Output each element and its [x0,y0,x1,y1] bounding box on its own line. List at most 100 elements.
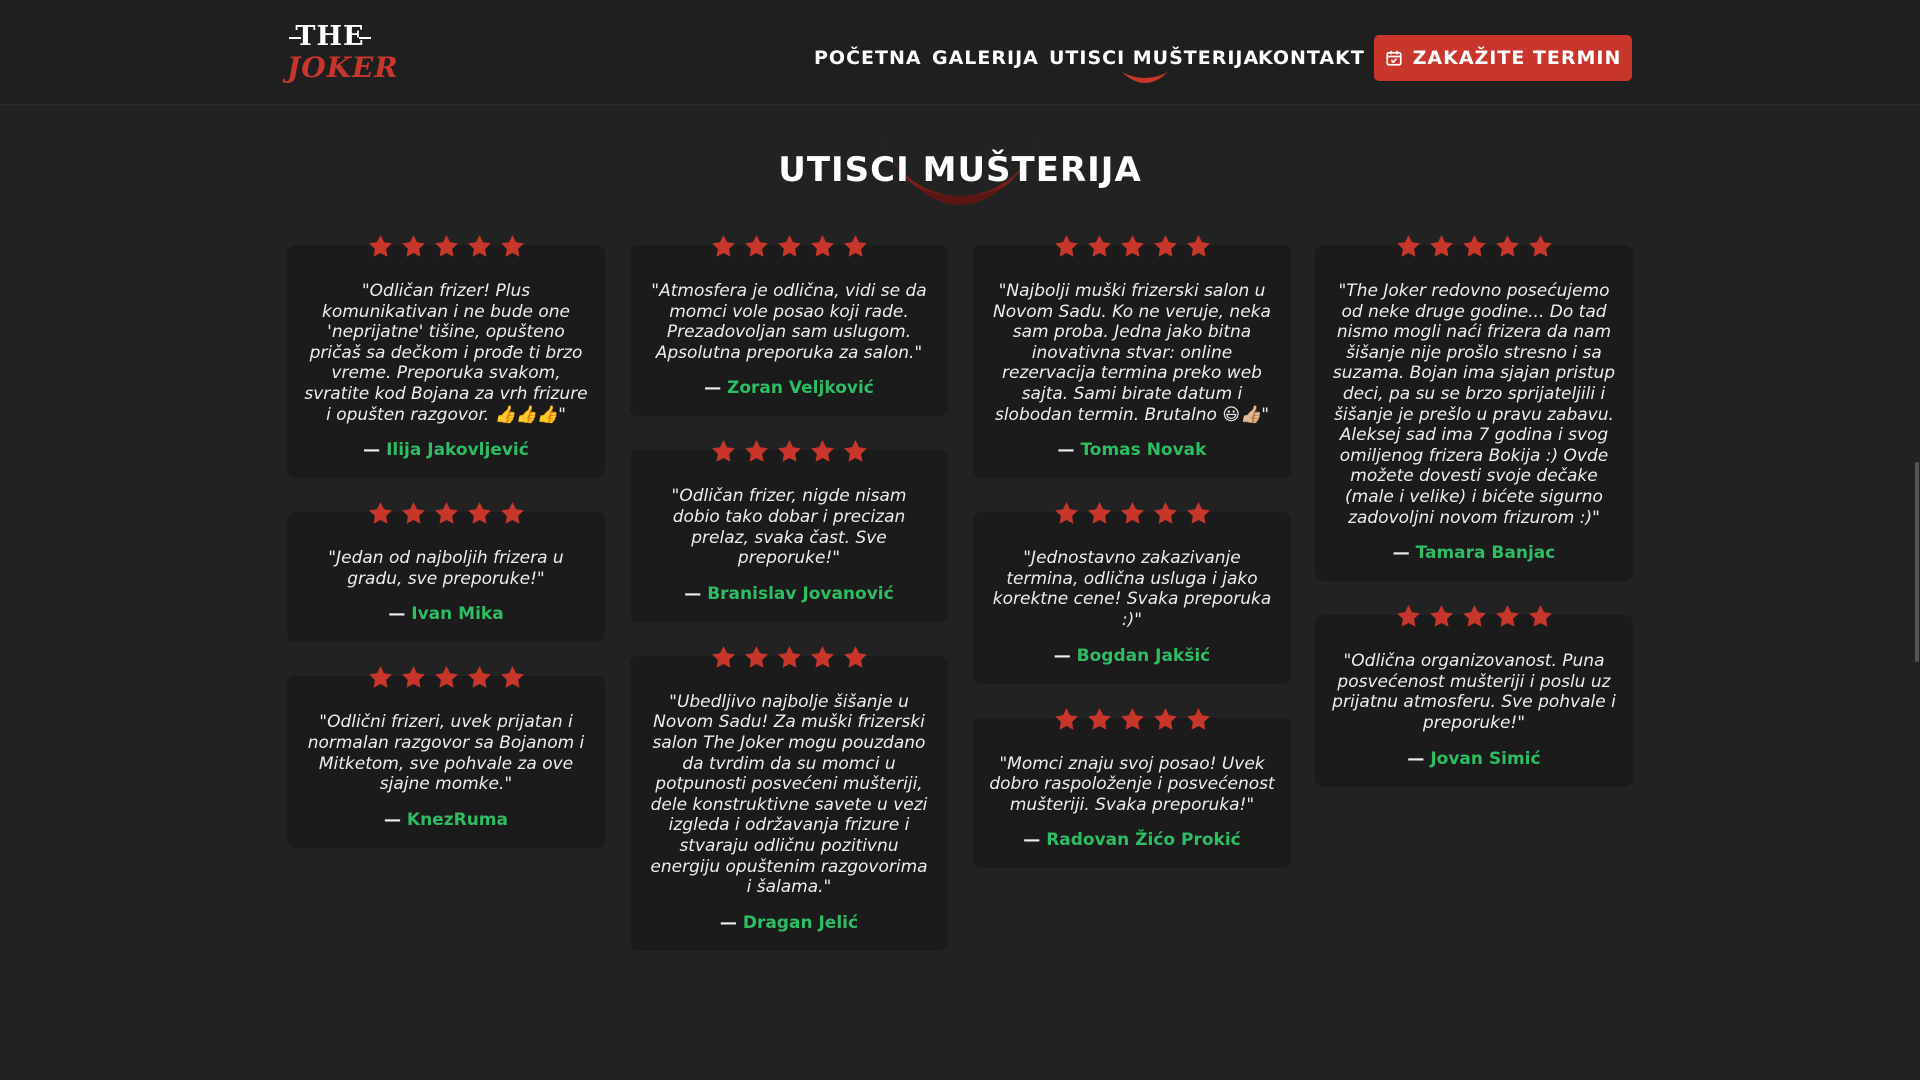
scrollbar-thumb[interactable] [1915,462,1919,662]
testimonial-quote: "Najbolji muški frizerski salon u Novom … [993,281,1271,425]
testimonial-card: "Odličan frizer! Plus komunikativan i ne… [287,233,605,479]
author-name: Tomas Novak [1080,440,1207,461]
star-icon [810,440,834,463]
star-icon [1462,605,1486,627]
star-icon [1186,235,1210,257]
testimonial-card: "Jednostavno zakazivanje termina, odličn… [973,500,1291,684]
testimonial-quote: "Jednostavno zakazivanje termina, odličn… [992,548,1272,630]
calendar-check-icon [1386,50,1402,66]
testimonial-author: — Zoran Veljković [704,378,874,399]
star-icon [843,440,867,463]
testimonial-body: "The Joker redovno posećujemo od neke dr… [1315,245,1633,582]
star-rating [630,644,948,674]
star-icon [368,666,392,689]
testimonial-quote: "Odlični frizeri, uvek prijatan i normal… [307,712,585,795]
star-icon [711,645,735,668]
testimonial-body: "Odličan frizer, nigde nisam dobio tako … [630,450,948,622]
star-icon [368,235,392,257]
book-appointment-button[interactable]: ZAKAŽITE TERMIN [1374,35,1632,81]
star-icon [434,235,458,257]
nav-item-kontakt[interactable]: KONTAKT [1258,46,1365,70]
nav-item-pocetna[interactable]: POČETNA [814,46,922,70]
star-rating [1315,233,1633,263]
star-icon [1396,605,1420,627]
star-icon [401,235,425,257]
star-icon [777,645,801,668]
testimonial-author: — Ivan Mika [388,604,504,625]
author-name: Branislav Jovanović [707,583,894,604]
star-icon [401,666,425,689]
testimonial-body: "Odličan frizer! Plus komunikativan i ne… [287,245,605,479]
testimonial-author: — Jovan Simić [1407,748,1541,769]
logo-line-1: THE [287,22,373,52]
author-name: Dragan Jelić [742,912,859,933]
star-icon [1120,707,1144,730]
testimonial-quote: "Odlična organizovanost. Puna posvećenos… [1332,651,1616,733]
testimonial-author: — Dragan Jelić [719,912,859,933]
star-icon [1120,235,1144,257]
testimonial-body: "Odlični frizeri, uvek prijatan i normal… [287,676,605,848]
testimonial-quote: "Odličan frizer, nigde nisam dobio tako … [671,486,907,569]
testimonial-body: "Odlična organizovanost. Puna posvećenos… [1315,615,1633,787]
testimonial-author: — Radovan Žićo Prokić [1023,830,1241,851]
author-name: Tamara Banjac [1415,543,1556,564]
star-rating [287,664,605,694]
author-name: KnezRuma [406,809,508,830]
testimonial-quote: "Atmosfera je odlična, vidi se da momci … [651,281,927,363]
star-rating [973,233,1291,263]
star-rating [973,500,1291,530]
logo-line-2: JOKER [287,51,399,84]
star-icon [810,645,834,668]
star-icon [1396,235,1420,257]
star-icon [434,502,458,524]
star-icon [1054,235,1078,257]
star-icon [1054,502,1078,524]
star-icon [711,235,735,257]
testimonial-quote: "Momci znaju svoj posao! Uvek dobro rasp… [989,753,1275,815]
star-icon [744,235,768,257]
nav-item-utisci-musterija[interactable]: UTISCI MUŠTERIJA [1049,46,1259,70]
testimonial-card: "Odlični frizeri, uvek prijatan i normal… [287,664,605,848]
star-icon [810,235,834,257]
testimonial-quote: "Jedan od najboljih frizera u gradu, sve… [328,548,564,589]
star-icon [1462,235,1486,257]
star-icon [1087,502,1111,524]
testimonial-card: "Atmosfera je odlična, vidi se da momci … [630,233,948,417]
testimonial-author: — Bogdan Jakšić [1053,645,1211,666]
testimonial-author: — Tomas Novak [1057,440,1207,461]
star-icon [401,502,425,524]
star-icon [1120,502,1144,524]
testimonial-body: "Jednostavno zakazivanje termina, odličn… [973,512,1291,684]
testimonial-card: "The Joker redovno posećujemo od neke dr… [1315,233,1633,582]
author-name: Radovan Žićo Prokić [1046,830,1241,851]
testimonial-card: "Odlična organizovanost. Puna posvećenos… [1315,603,1633,787]
author-name: Ivan Mika [411,604,504,625]
star-rating [1315,603,1633,633]
active-nav-smile-indicator [1122,72,1168,83]
star-icon [368,502,392,524]
star-icon [1153,707,1177,730]
testimonial-body: "Ubedljivo najbolje šišanje u Novom Sadu… [630,655,948,951]
star-icon [843,645,867,668]
testimonial-quote: "Odličan frizer! Plus komunikativan i ne… [304,281,588,425]
testimonial-quote: "The Joker redovno posećujemo od neke dr… [1332,281,1616,528]
testimonials-column-4: "The Joker redovno posećujemo od neke dr… [1315,233,1633,809]
star-rating [630,233,948,263]
nav-item-galerija[interactable]: GALERIJA [932,46,1039,70]
author-name: Ilija Jakovljević [386,440,529,461]
star-icon [1528,605,1552,627]
star-icon [1429,235,1453,257]
star-rating [973,706,1291,736]
star-icon [1528,235,1552,257]
testimonials-column-3: "Najbolji muški frizerski salon u Novom … [973,233,1291,890]
star-icon [777,440,801,463]
star-icon [1087,235,1111,257]
star-icon [434,666,458,689]
testimonial-author: — KnezRuma [383,809,508,830]
star-icon [467,235,491,257]
testimonial-card: "Momci znaju svoj posao! Uvek dobro rasp… [973,706,1291,869]
testimonial-card: "Ubedljivo najbolje šišanje u Novom Sadu… [630,644,948,951]
site-header: THE JOKER POČETNA GALERIJA UTISCI MUŠTER… [0,0,1920,105]
star-icon [1087,707,1111,730]
the-joker-logo[interactable]: THE JOKER [287,22,399,84]
